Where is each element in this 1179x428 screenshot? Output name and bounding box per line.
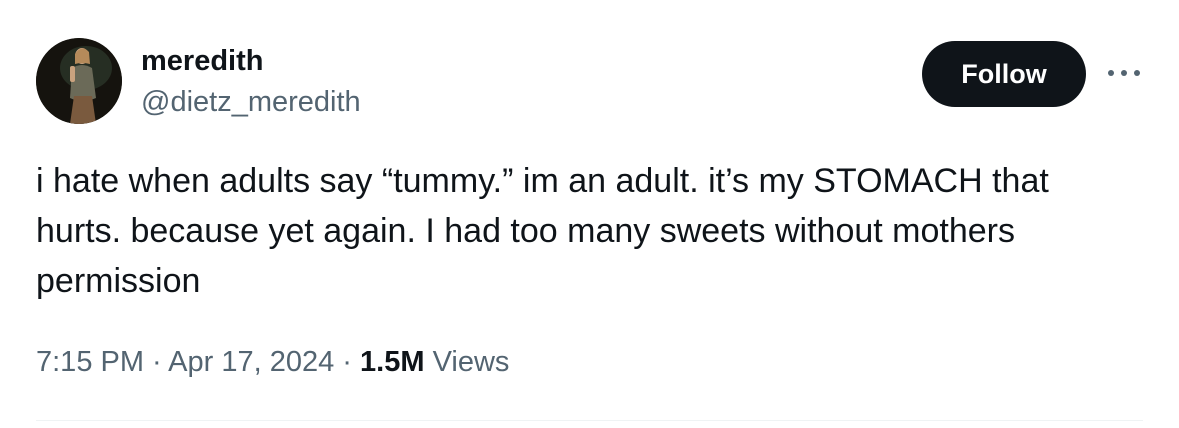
views-label: Views	[424, 346, 510, 378]
tweet-text: i hate when adults say “tummy.” im an ad…	[36, 162, 1049, 300]
divider	[36, 420, 1143, 421]
display-name[interactable]: meredith	[141, 43, 263, 79]
tweet-date[interactable]: Apr 17, 2024	[168, 346, 334, 378]
avatar[interactable]	[36, 38, 122, 124]
follow-button[interactable]: Follow	[922, 41, 1086, 107]
meta-separator: ·	[334, 346, 361, 378]
dot	[1121, 70, 1127, 76]
dot	[1134, 70, 1140, 76]
tweet-card: meredith @dietz_meredith Follow i hate w…	[0, 0, 1179, 428]
more-options-icon[interactable]	[1104, 60, 1144, 86]
user-handle[interactable]: @dietz_meredith	[141, 84, 361, 120]
tweet-meta: 7:15 PM · Apr 17, 2024 · 1.5M Views	[36, 342, 509, 382]
meta-separator: ·	[144, 346, 169, 378]
dot	[1108, 70, 1114, 76]
views-count[interactable]: 1.5M	[360, 346, 424, 378]
profile-photo-icon	[36, 38, 122, 124]
tweet-time[interactable]: 7:15 PM	[36, 346, 144, 378]
